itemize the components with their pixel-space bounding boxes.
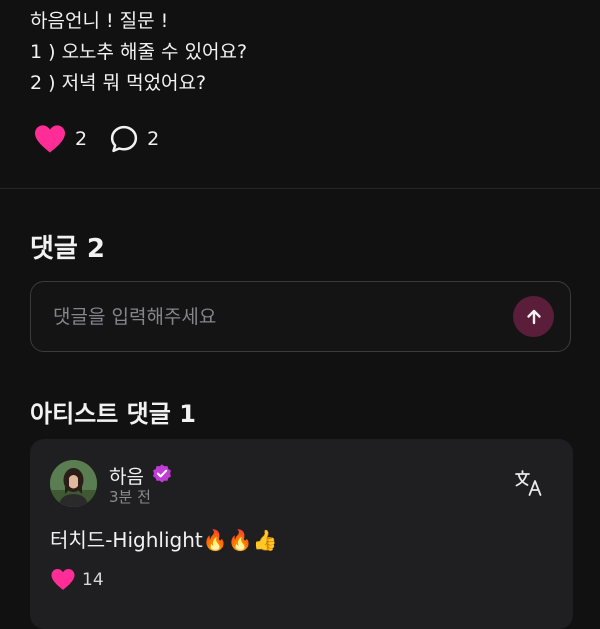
comment-text: 터치드-Highlight🔥🔥👍	[50, 528, 278, 552]
verified-badge-icon	[151, 463, 173, 489]
post-line: 1 ) 오노추 해줄 수 있어요?	[30, 41, 248, 63]
comment-like-count: 14	[82, 569, 104, 590]
heart-icon	[51, 569, 75, 590]
post-line: 2 ) 저녁 뭐 먹었어요?	[30, 72, 207, 94]
translate-icon	[515, 470, 542, 496]
comment-time: 3분 전	[109, 488, 151, 506]
comment-author[interactable]: 하음	[109, 462, 144, 489]
comments-title: 댓글 2	[30, 234, 105, 264]
comment-input[interactable]	[31, 304, 513, 329]
like-count: 2	[75, 128, 88, 150]
comment-input-box	[30, 281, 571, 352]
arrow-up-icon	[526, 309, 541, 324]
divider	[0, 188, 600, 189]
post-text: 하음언니 ! 질문 ! 1 ) 오노추 해줄 수 있어요? 2 ) 저녁 뭐 먹…	[30, 6, 247, 99]
comment-button[interactable]: 2	[109, 124, 159, 154]
artist-comments-title: 아티스트 댓글 1	[30, 400, 196, 428]
send-button[interactable]	[513, 296, 554, 337]
post-actions: 2 2	[33, 123, 159, 155]
artist-comment-card: 하음 3분 전 터치드-Highlight🔥🔥👍 14	[30, 439, 573, 629]
heart-icon	[35, 125, 65, 153]
like-button[interactable]: 2	[33, 124, 87, 154]
comment-bubble-icon	[110, 125, 138, 153]
post-line: 하음언니 ! 질문 !	[30, 10, 169, 32]
comment-count: 2	[147, 128, 160, 150]
comment-like-button[interactable]: 14	[50, 568, 104, 591]
avatar[interactable]	[50, 460, 97, 507]
translate-button[interactable]	[514, 469, 544, 501]
